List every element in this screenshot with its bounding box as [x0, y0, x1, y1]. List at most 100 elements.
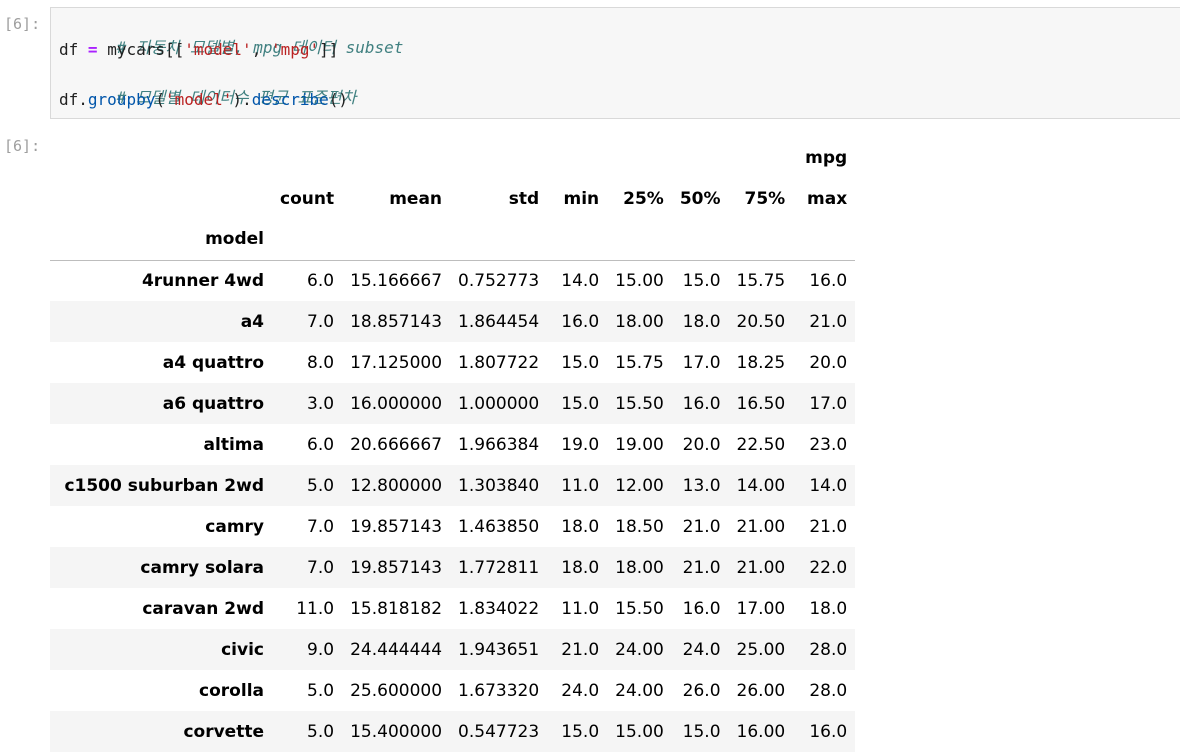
table-cell: 15.818182 — [350, 598, 443, 619]
table-cell: 15.400000 — [350, 721, 443, 742]
header-row-index: model — [50, 219, 856, 261]
table-cell: 25.600000 — [350, 680, 443, 701]
table-cell: 1.303840 — [458, 475, 540, 496]
row-index-label: caravan 2wd — [142, 598, 264, 619]
column-header: 75% — [744, 188, 786, 209]
table-cell: 1.943651 — [458, 639, 540, 660]
table-cell: 13.0 — [682, 475, 721, 496]
table-cell: 18.0 — [682, 311, 721, 332]
code-string-mpg: 'mpg' — [270, 40, 320, 59]
header-blank-2 — [50, 178, 272, 219]
table-row: camry 7.0 19.857143 1.463850 18.0 18.50 21.0 21… — [50, 506, 856, 547]
table-cell: 21.00 — [736, 557, 786, 578]
code-paren-open: ( — [155, 90, 165, 109]
table-cell: 15.75 — [615, 352, 664, 373]
table-cell: 21.0 — [682, 516, 721, 537]
table-cell: 24.0 — [561, 680, 600, 701]
row-index-label: c1500 suburban 2wd — [64, 475, 264, 496]
table-cell: 7.0 — [307, 311, 335, 332]
table-cell: 18.857143 — [350, 311, 443, 332]
table-cell: 16.0 — [809, 270, 848, 291]
row-index-label: camry solara — [140, 557, 264, 578]
column-header: mean — [389, 188, 443, 209]
row-index-label: corvette — [183, 721, 264, 742]
table-cell: 1.807722 — [458, 352, 540, 373]
input-cell[interactable]: [6]: # 자동차 모델별, mpg 데이터 subset df = myca… — [0, 7, 1180, 119]
table-cell: 11.0 — [561, 475, 600, 496]
table-cell: 17.125000 — [350, 352, 443, 373]
code-string-model: 'model' — [184, 40, 252, 59]
table-cell: 18.0 — [561, 516, 600, 537]
table-cell: 11.0 — [296, 598, 335, 619]
column-header: max — [807, 188, 848, 209]
table-cell: 15.0 — [561, 393, 600, 414]
table-cell: 25.00 — [736, 639, 786, 660]
output-cell: [6]: mpg count mean std min 25% 50% 75% max mod… — [0, 137, 1180, 752]
table-cell: 7.0 — [307, 557, 335, 578]
table-cell: 1.864454 — [458, 311, 540, 332]
table-row: camry solara 7.0 19.857143 1.772811 18.0 18.0… — [50, 547, 856, 588]
table-cell: 15.00 — [615, 721, 664, 742]
table-cell: 17.0 — [682, 352, 721, 373]
table-cell: 24.00 — [615, 639, 664, 660]
table-cell: 7.0 — [307, 516, 335, 537]
table-cell: 24.444444 — [350, 639, 443, 660]
output-prompt: [6]: — [4, 137, 41, 155]
column-header: std — [508, 188, 540, 209]
table-cell: 16.50 — [736, 393, 786, 414]
table-cell: 21.0 — [561, 639, 600, 660]
code-dot: . — [78, 90, 88, 109]
table-cell: 8.0 — [307, 352, 335, 373]
code-var-df: df — [59, 40, 79, 59]
dataframe-body: 4runner 4wd 6.0 15.166667 0.752773 14.0 15.00… — [50, 260, 856, 752]
table-cell: 3.0 — [307, 393, 335, 414]
header-blank-span — [272, 137, 793, 178]
table-cell: 18.0 — [809, 598, 848, 619]
table-cell: 24.0 — [682, 639, 721, 660]
table-cell: 18.00 — [615, 557, 664, 578]
code-editor[interactable]: # 자동차 모델별, mpg 데이터 subset df = mycars[['… — [50, 7, 1180, 119]
row-index-label: camry — [205, 516, 264, 537]
table-row: a6 quattro 3.0 16.000000 1.000000 15.0 15.50 1… — [50, 383, 856, 424]
table-row: civic 9.0 24.444444 1.943651 21.0 24.00 24.0 25… — [50, 629, 856, 670]
table-cell: 22.50 — [736, 434, 786, 455]
table-cell: 14.0 — [809, 475, 848, 496]
table-cell: 0.547723 — [458, 721, 540, 742]
table-cell: 22.0 — [809, 557, 848, 578]
code-close-brackets: ]] — [319, 40, 339, 59]
table-cell: 28.0 — [809, 639, 848, 660]
table-cell: 18.50 — [615, 516, 664, 537]
code-call-parens: () — [328, 90, 349, 109]
column-header: 50% — [679, 188, 721, 209]
table-cell: 5.0 — [307, 721, 335, 742]
table-cell: 21.0 — [809, 516, 848, 537]
table-cell: 15.0 — [682, 270, 721, 291]
table-cell: 16.0 — [561, 311, 600, 332]
table-cell: 14.00 — [736, 475, 786, 496]
table-cell: 20.0 — [809, 352, 848, 373]
column-header: 25% — [623, 188, 664, 209]
table-cell: 1.673320 — [458, 680, 540, 701]
table-cell: 20.50 — [736, 311, 786, 332]
code-dot-2: . — [242, 90, 252, 109]
table-cell: 16.0 — [682, 598, 721, 619]
table-cell: 17.0 — [809, 393, 848, 414]
code-string-model-2: 'model' — [164, 90, 233, 109]
table-cell: 11.0 — [561, 598, 600, 619]
table-cell: 1.463850 — [458, 516, 540, 537]
input-prompt: [6]: — [4, 15, 41, 33]
table-row: 4runner 4wd 6.0 15.166667 0.752773 14.0 15.00… — [50, 260, 856, 301]
table-cell: 24.00 — [615, 680, 664, 701]
dataframe-table: mpg count mean std min 25% 50% 75% max model 4r… — [50, 137, 856, 752]
table-cell: 15.50 — [615, 598, 664, 619]
table-cell: 6.0 — [307, 434, 335, 455]
table-cell: 28.0 — [809, 680, 848, 701]
code-comma: , — [251, 40, 271, 59]
table-cell: 0.752773 — [458, 270, 540, 291]
table-cell: 26.00 — [736, 680, 786, 701]
table-cell: 23.0 — [809, 434, 848, 455]
table-cell: 15.166667 — [350, 270, 443, 291]
table-row: a4 7.0 18.857143 1.864454 16.0 18.00 18.0 20.50… — [50, 301, 856, 342]
code-fn-groupby: groupby — [87, 90, 156, 109]
code-paren-close: ) — [232, 90, 243, 109]
